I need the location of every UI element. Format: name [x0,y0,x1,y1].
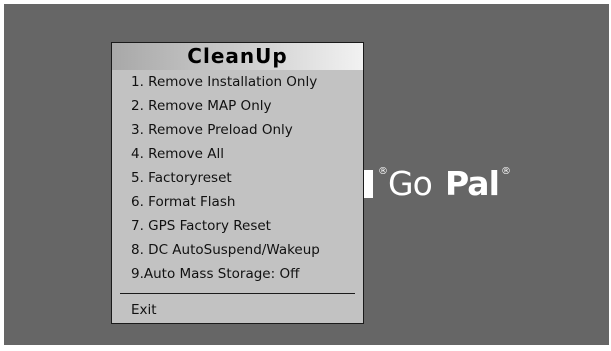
menu-item-remove-all[interactable]: 4. Remove All [112,142,363,166]
dialog-title: CleanUp [112,43,363,70]
cleanup-menu: 1. Remove Installation Only 2. Remove MA… [112,70,363,286]
cleanup-dialog: CleanUp 1. Remove Installation Only 2. R… [111,42,364,324]
menu-item-format-flash[interactable]: 6. Format Flash [112,190,363,214]
menu-item-gps-factory-reset[interactable]: 7. GPS Factory Reset [112,214,363,238]
device-screen: ® Go Pal ® CleanUp 1. Remove Installatio… [4,4,609,345]
logo-registered-mark: ® [378,166,388,177]
menu-item-dc-autosuspend[interactable]: 8. DC AutoSuspend/Wakeup [112,238,363,262]
menu-item-auto-mass-storage[interactable]: 9.Auto Mass Storage: Off [112,262,363,286]
menu-item-factoryreset[interactable]: 5. Factoryreset [112,166,363,190]
logo-text-go: Go [388,164,433,203]
logo-registered-mark-2: ® [501,166,511,177]
menu-divider [120,293,355,294]
menu-item-exit[interactable]: Exit [112,299,363,321]
menu-item-remove-installation[interactable]: 1. Remove Installation Only [112,70,363,94]
menu-item-remove-preload[interactable]: 3. Remove Preload Only [112,118,363,142]
gopal-logo: ® Go Pal ® [359,154,609,214]
menu-item-remove-map[interactable]: 2. Remove MAP Only [112,94,363,118]
logo-text-pal: Pal [445,164,500,203]
